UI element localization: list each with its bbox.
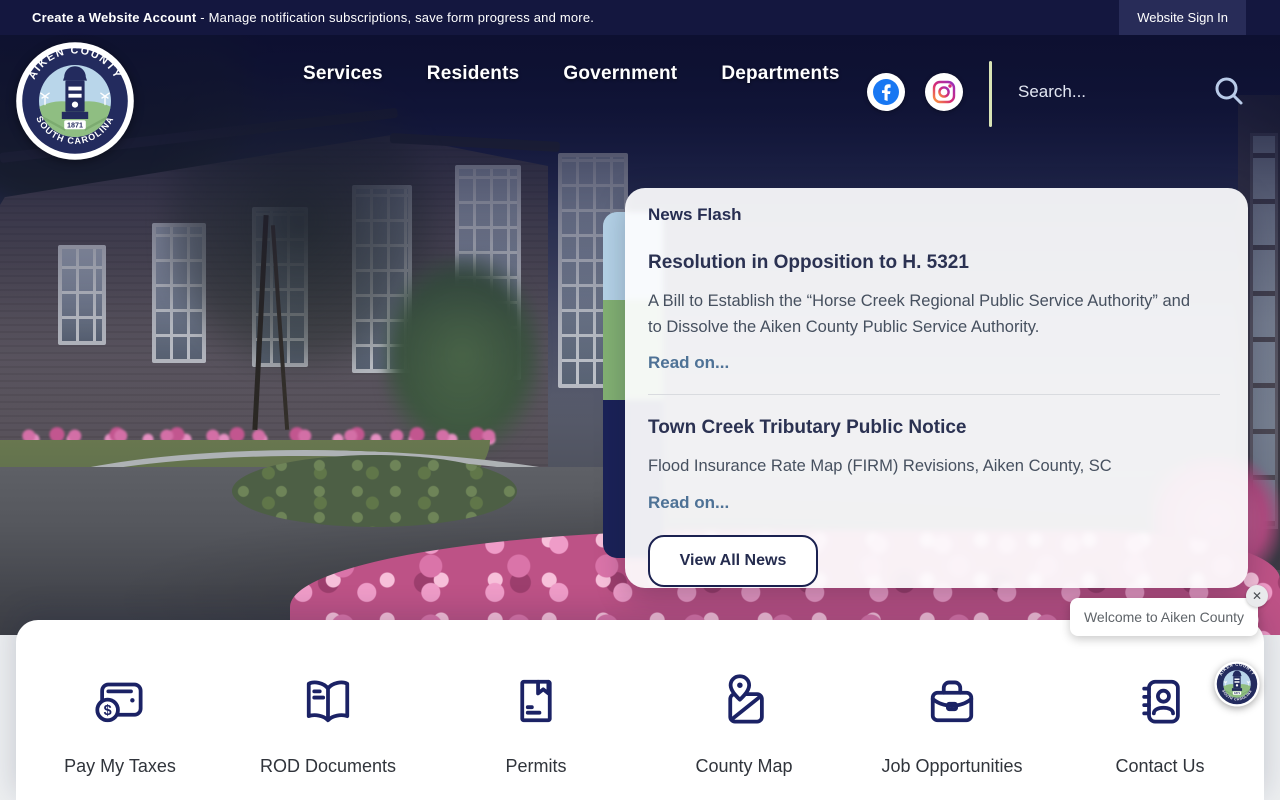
search-input[interactable]: [1018, 82, 1186, 102]
nav-item-residents[interactable]: Residents: [427, 63, 520, 85]
instagram-button[interactable]: [925, 73, 963, 111]
quick-link-rod-documents[interactable]: ROD Documents: [224, 668, 432, 800]
search-icon: [1215, 77, 1243, 104]
quick-link-label: County Map: [695, 756, 793, 776]
main-navigation: Services Residents Government Department…: [303, 63, 840, 85]
nav-item-government[interactable]: Government: [563, 63, 677, 85]
news-item-body: A Bill to Establish the “Horse Creek Reg…: [648, 292, 1191, 336]
briefcase-icon: [930, 680, 974, 723]
news-flash-title: News Flash: [648, 205, 742, 224]
news-item: Town Creek Tributary Public Notice Flood…: [648, 417, 1220, 513]
quick-link-label: Job Opportunities: [881, 756, 1023, 776]
quick-link-pay-my-taxes[interactable]: $ Pay My Taxes: [16, 668, 224, 800]
news-item-heading[interactable]: Resolution in Opposition to H. 5321: [648, 252, 1220, 274]
chat-welcome-tooltip: Welcome to Aiken County: [1070, 598, 1258, 636]
promo-description: - Manage notification subscriptions, sav…: [196, 10, 595, 25]
header-divider: [989, 61, 992, 127]
page: Create a Website Account - Manage notifi…: [0, 0, 1280, 800]
news-item: Resolution in Opposition to H. 5321 A Bi…: [648, 252, 1220, 373]
document-icon: [520, 679, 552, 723]
quick-link-county-map[interactable]: County Map: [640, 668, 848, 800]
header-utilities: [867, 59, 1246, 127]
quick-link-label: Contact Us: [1115, 756, 1205, 776]
map-pin-icon: [728, 674, 764, 724]
nav-item-departments[interactable]: Departments: [721, 63, 839, 85]
hero-window: [58, 245, 106, 345]
read-on-link[interactable]: Read on...: [648, 353, 729, 373]
news-item-body: Flood Insurance Rate Map (FIRM) Revision…: [648, 457, 1112, 476]
top-utility-bar: Create a Website Account - Manage notifi…: [0, 0, 1280, 35]
hero-planting-island: [232, 455, 517, 527]
contact-book-icon: [1142, 679, 1180, 724]
quick-link-job-opportunities[interactable]: Job Opportunities: [848, 668, 1056, 800]
view-all-news-button[interactable]: View All News: [648, 534, 818, 587]
quick-link-permits[interactable]: Permits: [432, 668, 640, 800]
quick-link-label: Pay My Taxes: [64, 756, 176, 776]
nav-item-services[interactable]: Services: [303, 63, 383, 85]
quick-link-label: Permits: [505, 756, 567, 776]
quick-links-panel: $ Pay My Taxes ROD Documents Permits Cou…: [16, 620, 1264, 800]
wallet-icon: $: [95, 682, 143, 723]
search-button[interactable]: [1212, 74, 1246, 111]
dollar-glyph: $: [104, 703, 112, 719]
quick-link-label: ROD Documents: [259, 756, 397, 776]
website-sign-in-button[interactable]: Website Sign In: [1119, 0, 1246, 35]
account-promo-text[interactable]: Create a Website Account - Manage notifi…: [32, 10, 594, 25]
read-on-link[interactable]: Read on...: [648, 493, 729, 513]
news-flash-card: News Flash Resolution in Opposition to H…: [625, 188, 1248, 588]
close-icon[interactable]: ✕: [1246, 585, 1268, 607]
news-divider: [648, 394, 1220, 396]
instagram-icon: [932, 80, 956, 104]
facebook-button[interactable]: [867, 73, 905, 111]
county-seal-logo[interactable]: [15, 41, 135, 161]
facebook-icon: [873, 79, 899, 105]
open-book-icon: [306, 680, 350, 723]
news-item-heading[interactable]: Town Creek Tributary Public Notice: [648, 417, 1220, 439]
create-account-link[interactable]: Create a Website Account: [32, 10, 196, 25]
chat-widget-button[interactable]: [1214, 661, 1260, 707]
